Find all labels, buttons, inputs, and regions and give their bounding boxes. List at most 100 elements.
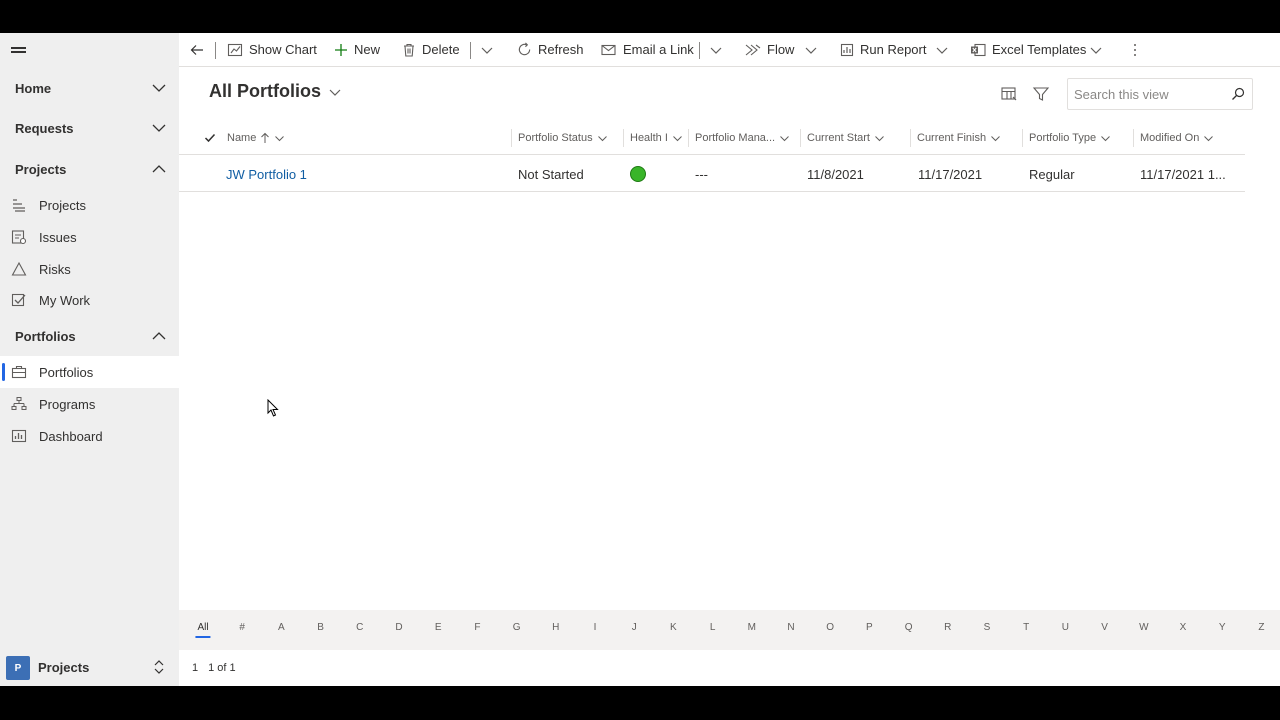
jump-letter[interactable]: Y <box>1219 622 1226 633</box>
nav-group-projects[interactable]: Projects <box>0 151 179 187</box>
refresh-label: Refresh <box>538 42 584 57</box>
delete-button[interactable]: Delete <box>402 33 460 66</box>
email-link-label: Email a Link <box>623 42 694 57</box>
chevron-down-icon <box>991 135 1000 141</box>
jump-letter[interactable]: P <box>866 622 873 633</box>
search-icon[interactable] <box>1231 87 1245 101</box>
nav-group-portfolios[interactable]: Portfolios <box>0 318 179 354</box>
jump-letter[interactable]: D <box>395 622 402 633</box>
select-all-checkmark-icon[interactable] <box>204 132 216 144</box>
email-link-button[interactable]: Email a Link <box>601 33 694 66</box>
sidebar-item-dashboard[interactable]: Dashboard <box>0 420 179 452</box>
jump-letter[interactable]: H <box>552 622 559 633</box>
run-report-chevron-icon[interactable] <box>935 43 949 57</box>
jump-letter[interactable]: E <box>435 622 442 633</box>
flow-chevron-icon[interactable] <box>804 43 818 57</box>
divider <box>215 42 216 59</box>
run-report-button[interactable]: Run Report <box>840 33 926 66</box>
record-range: 1 of 1 <box>208 662 236 674</box>
command-bar: Show Chart New Delete Refresh Email a Li… <box>179 33 1280 67</box>
sidebar-item-issues[interactable]: Issues <box>0 221 179 253</box>
chevron-down-icon <box>875 135 884 141</box>
column-divider <box>1022 129 1023 147</box>
view-selector[interactable]: All Portfolios <box>209 81 341 102</box>
more-email-chevron-icon[interactable] <box>709 43 723 57</box>
nav-group-home[interactable]: Home <box>0 70 179 106</box>
jump-letter[interactable]: O <box>826 622 834 633</box>
sidebar-item-projects[interactable]: Projects <box>0 189 179 221</box>
jump-letter[interactable]: Z <box>1258 622 1264 633</box>
chevron-down-icon <box>1204 135 1214 141</box>
area-label: Projects <box>38 659 90 675</box>
column-header-portfolio-type[interactable]: Portfolio Type <box>1029 121 1133 155</box>
jump-letter[interactable]: F <box>474 622 480 633</box>
chevron-down-icon <box>329 89 341 96</box>
jump-letter[interactable]: R <box>944 622 951 633</box>
jump-letter-all[interactable]: All <box>195 622 211 638</box>
jump-letter[interactable]: A <box>278 622 285 633</box>
jump-letter[interactable]: G <box>513 622 521 633</box>
chevron-down-icon <box>780 135 789 141</box>
jump-letter[interactable]: Q <box>905 622 913 633</box>
edit-columns-icon[interactable] <box>999 84 1019 104</box>
refresh-button[interactable]: Refresh <box>517 33 584 66</box>
sidebar-item-programs[interactable]: Programs <box>0 388 179 420</box>
sidebar-item-label: Dashboard <box>39 428 103 444</box>
more-delete-chevron-icon[interactable] <box>480 43 494 57</box>
jump-letter[interactable]: J <box>632 622 637 633</box>
jump-letter[interactable]: I <box>594 622 597 633</box>
health-indicator <box>630 166 646 182</box>
record-name-link[interactable]: JW Portfolio 1 <box>226 156 496 192</box>
column-header-portfolio-manager[interactable]: Portfolio Mana... <box>695 121 799 155</box>
sitemap-sidebar: Home Requests Projects Projects Issues R… <box>0 33 179 686</box>
chevron-down-icon <box>1101 135 1110 141</box>
jump-letter[interactable]: K <box>670 622 677 633</box>
jump-letter[interactable]: L <box>710 622 716 633</box>
more-commands-icon[interactable] <box>1128 43 1142 57</box>
jump-letter[interactable]: B <box>317 622 324 633</box>
column-header-current-start[interactable]: Current Start <box>807 121 907 155</box>
jump-letter[interactable]: # <box>239 622 245 633</box>
new-button[interactable]: New <box>334 33 380 66</box>
jump-letter[interactable]: N <box>787 622 794 633</box>
plus-icon <box>335 43 347 56</box>
column-header-portfolio-status[interactable]: Portfolio Status <box>518 121 628 155</box>
hamburger-menu-icon[interactable] <box>10 43 28 57</box>
flow-icon <box>745 44 761 55</box>
column-header-current-finish[interactable]: Current Finish <box>917 121 1021 155</box>
delete-label: Delete <box>422 42 460 57</box>
excel-templates-chevron-icon[interactable] <box>1089 43 1103 57</box>
search-input[interactable] <box>1068 79 1228 109</box>
divider <box>699 42 700 59</box>
show-chart-button[interactable]: Show Chart <box>227 33 317 66</box>
chevron-down-icon <box>597 135 607 141</box>
column-header-health[interactable]: Health I <box>630 121 685 155</box>
column-header-modified-on[interactable]: Modified On <box>1140 121 1244 155</box>
jump-letter[interactable]: T <box>1023 622 1029 633</box>
filter-icon[interactable] <box>1031 84 1051 104</box>
area-switcher[interactable]: P Projects <box>0 648 179 686</box>
view-title: All Portfolios <box>209 81 321 101</box>
jump-letter[interactable]: U <box>1062 622 1069 633</box>
refresh-icon <box>518 42 531 56</box>
jump-letter[interactable]: S <box>984 622 991 633</box>
table-row[interactable]: JW Portfolio 1 Not Started --- 11/8/2021… <box>179 156 1245 192</box>
jump-letter[interactable]: C <box>356 622 363 633</box>
jump-letter[interactable]: M <box>748 622 756 633</box>
jump-letter[interactable]: V <box>1101 622 1108 633</box>
app-window: Home Requests Projects Projects Issues R… <box>0 33 1280 686</box>
flow-button[interactable]: Flow <box>745 33 794 66</box>
sidebar-item-portfolios[interactable]: Portfolios <box>0 356 179 388</box>
nav-group-requests[interactable]: Requests <box>0 110 179 146</box>
flow-label: Flow <box>767 42 795 57</box>
nav-group-label: Portfolios <box>15 328 76 344</box>
sidebar-item-my-work[interactable]: My Work <box>0 284 179 316</box>
back-button[interactable] <box>190 33 210 66</box>
excel-templates-button[interactable]: Excel Templates <box>970 33 1086 66</box>
jump-letter[interactable]: W <box>1139 622 1148 633</box>
jump-letter[interactable]: X <box>1180 622 1187 633</box>
column-header-name[interactable]: Name <box>227 121 507 155</box>
chevron-down-icon <box>152 124 166 132</box>
sidebar-item-risks[interactable]: Risks <box>0 253 179 285</box>
current-start-cell: 11/8/2021 <box>807 166 864 182</box>
